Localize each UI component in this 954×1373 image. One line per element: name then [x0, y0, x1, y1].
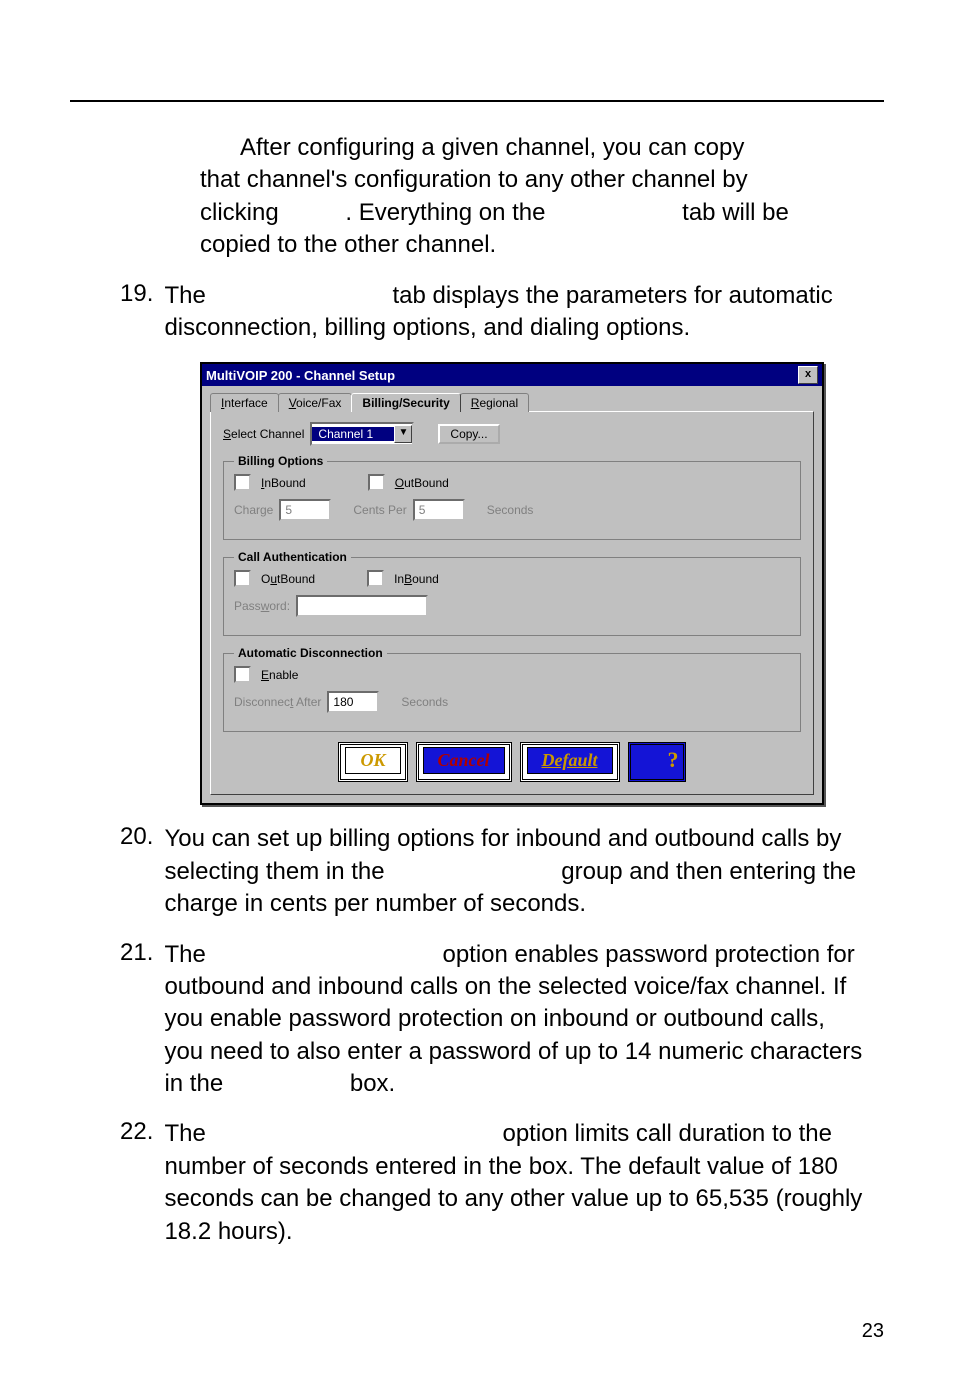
cents-per-input[interactable]: 5	[413, 499, 465, 521]
channel-setup-dialog: MultiVOIP 200 - Channel Setup x Interfac…	[200, 362, 824, 805]
select-channel-value: Channel 1	[312, 427, 394, 441]
item-text: box.	[350, 1070, 395, 1097]
auto-disconnect-group: Automatic Disconnection Enable Disconnec…	[223, 646, 801, 732]
ca-inbound-checkbox[interactable]	[367, 570, 384, 587]
ca-outbound-checkbox[interactable]	[234, 570, 251, 587]
billing-options-group: Billing Options InBound OutBound Charge …	[223, 454, 801, 540]
page-number: 23	[862, 1320, 884, 1343]
list-item-19: 19. The tab displays the parameters for …	[70, 280, 884, 345]
copy-button[interactable]: Copy...	[438, 424, 499, 444]
inbound-checkbox[interactable]	[234, 474, 251, 491]
item-text: tab displays the parameters for automati…	[164, 282, 832, 341]
item-text: The	[164, 282, 212, 309]
tab-strip: Interface Voice/Fax Billing/Security Reg…	[202, 386, 822, 411]
item-text: option enables password protection for o…	[164, 941, 862, 1098]
ok-label: OK	[345, 747, 400, 774]
disconnect-after-input[interactable]: 180	[327, 691, 379, 713]
enable-label: Enable	[261, 668, 298, 682]
note-text: copied to the other channel.	[200, 231, 496, 258]
disconnect-after-label: Disconnect After	[234, 695, 321, 709]
dialog-title: MultiVOIP 200 - Channel Setup	[206, 368, 798, 383]
cents-per-label: Cents Per	[353, 503, 406, 517]
cancel-label: Cancel	[423, 747, 505, 774]
seconds-label: Seconds	[487, 503, 534, 517]
charge-input[interactable]: 5	[279, 499, 331, 521]
outbound-label: OutBound	[395, 476, 449, 490]
note-text: that channel's configuration to any othe…	[200, 166, 748, 193]
item-number: 21.	[120, 939, 160, 967]
charge-label: Charge	[234, 503, 273, 517]
titlebar: MultiVOIP 200 - Channel Setup x	[202, 364, 822, 386]
default-button[interactable]: Default	[520, 742, 620, 782]
dialog-figure: MultiVOIP 200 - Channel Setup x Interfac…	[200, 362, 884, 805]
note-text: . Everything on the	[345, 199, 552, 226]
help-button[interactable]: ?	[628, 742, 686, 782]
item-number: 20.	[120, 823, 160, 851]
note-text: tab will be	[682, 199, 789, 226]
default-label: Default	[527, 747, 613, 774]
call-auth-legend: Call Authentication	[234, 550, 351, 564]
select-channel-combo[interactable]: Channel 1 ▼	[310, 422, 414, 446]
ok-button[interactable]: OK	[338, 742, 407, 782]
tab-regional[interactable]: Regional	[460, 393, 529, 412]
tab-billing-security[interactable]: Billing/Security	[351, 393, 460, 412]
ca-inbound-label: InBound	[394, 572, 439, 586]
list-item-21: 21. The option enables password protecti…	[70, 939, 884, 1101]
call-auth-group: Call Authentication OutBound InBound Pas…	[223, 550, 801, 636]
tab-voicefax[interactable]: Voice/Fax	[278, 393, 353, 412]
help-icon: ?	[668, 747, 679, 773]
ca-outbound-label: OutBound	[261, 572, 315, 586]
tab-interface[interactable]: Interface	[210, 393, 279, 412]
dialog-buttons: OK Cancel Default ?	[223, 742, 801, 782]
inbound-label: InBound	[261, 476, 306, 490]
close-icon[interactable]: x	[798, 366, 818, 384]
disc-seconds-label: Seconds	[401, 695, 448, 709]
note-text: clicking	[200, 199, 285, 226]
item-text: The	[164, 941, 212, 968]
outbound-checkbox[interactable]	[368, 474, 385, 491]
note-text: After configuring a given channel, you c…	[240, 134, 744, 161]
item-text: The	[164, 1120, 212, 1147]
top-rule	[70, 100, 884, 102]
password-input[interactable]	[296, 595, 428, 617]
billing-options-legend: Billing Options	[234, 454, 327, 468]
list-item-20: 20. You can set up billing options for i…	[70, 823, 884, 920]
chevron-down-icon[interactable]: ▼	[394, 425, 412, 443]
copy-note: After configuring a given channel, you c…	[200, 132, 865, 262]
select-channel-label: Select Channel	[223, 427, 304, 441]
cancel-button[interactable]: Cancel	[416, 742, 512, 782]
item-number: 22.	[120, 1118, 160, 1146]
tab-panel: Select Channel Channel 1 ▼ Copy... Billi…	[210, 411, 814, 795]
item-number: 19.	[120, 280, 160, 308]
password-label: Password:	[234, 599, 290, 613]
enable-checkbox[interactable]	[234, 666, 251, 683]
list-item-22: 22. The option limits call duration to t…	[70, 1118, 884, 1248]
auto-disconnect-legend: Automatic Disconnection	[234, 646, 387, 660]
